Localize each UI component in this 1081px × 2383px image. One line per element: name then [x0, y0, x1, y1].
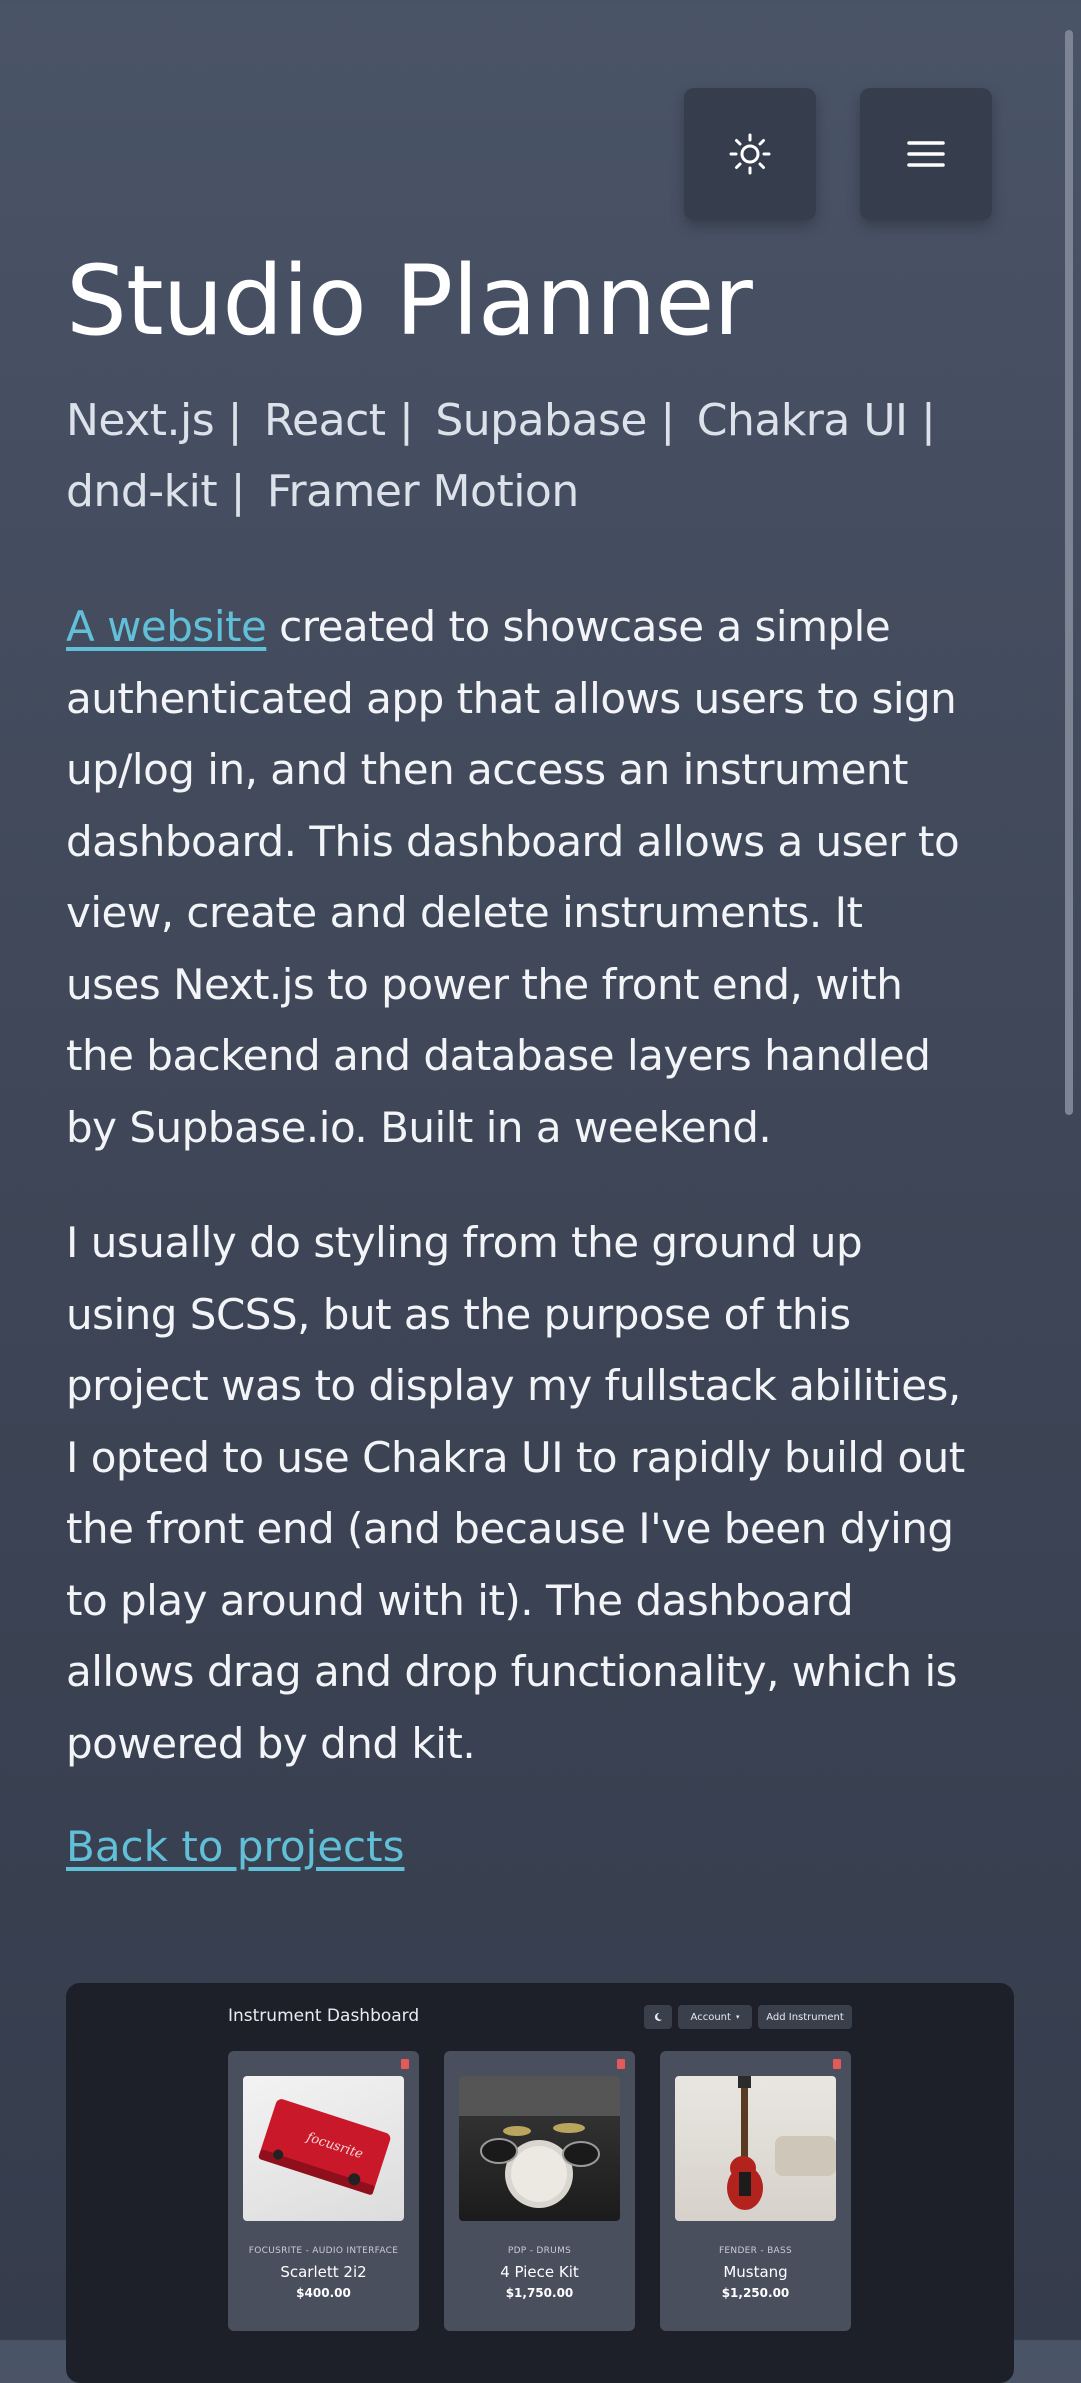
page-title: Studio Planner: [66, 245, 753, 357]
instrument-card: focusrite FOCUSRITE - AUDIO INTERFACE Sc…: [228, 2051, 419, 2331]
add-instrument-button: Add Instrument: [758, 2005, 852, 2029]
account-label: Account: [690, 2011, 731, 2023]
card-name: Scarlett 2i2: [280, 2263, 367, 2281]
moon-icon: [654, 2012, 662, 2021]
tech-item: dnd-kit |: [66, 466, 245, 517]
card-price: $1,250.00: [721, 2286, 790, 2300]
card-category: FOCUSRITE - AUDIO INTERFACE: [248, 2246, 399, 2256]
description-text: created to showcase a simple authenticat…: [66, 602, 960, 1152]
audio-interface-image: focusrite: [243, 2076, 404, 2221]
card-price: $400.00: [296, 2286, 351, 2300]
sun-icon: [729, 133, 771, 175]
website-link[interactable]: A website: [66, 602, 267, 651]
styling-paragraph: I usually do styling from the ground up …: [66, 1218, 965, 1768]
card-name: 4 Piece Kit: [500, 2263, 579, 2281]
tech-item: Chakra UI |: [696, 395, 936, 446]
dark-mode-button: [644, 2005, 672, 2029]
project-screenshot: Instrument Dashboard Account ▾ Add Instru…: [66, 1983, 1014, 2383]
tech-stack-list: Next.js | React | Supabase | Chakra UI | dnd…: [66, 385, 966, 527]
instrument-card: PDP - DRUMS 4 Piece Kit $1,750.00: [444, 2051, 635, 2331]
tech-item: Next.js |: [66, 395, 242, 446]
theme-toggle-button[interactable]: [684, 88, 816, 220]
trash-icon: [401, 2059, 409, 2069]
add-instrument-label: Add Instrument: [766, 2011, 844, 2023]
back-to-projects-link[interactable]: Back to projects: [66, 1822, 404, 1871]
hamburger-menu-icon: [907, 141, 945, 167]
card-name: Mustang: [723, 2263, 788, 2281]
card-category: FENDER - BASS: [718, 2246, 793, 2256]
card-category: PDP - DRUMS: [507, 2246, 572, 2256]
scrollbar[interactable]: [1065, 30, 1073, 1115]
account-button: Account ▾: [678, 2005, 752, 2029]
description-paragraph: A website created to showcase a simple a…: [66, 591, 966, 1163]
tech-item: Supabase |: [435, 395, 675, 446]
instrument-card: FENDER - BASS Mustang $1,250.00: [660, 2051, 851, 2331]
tech-item: React |: [263, 395, 414, 446]
drum-kit-image: [459, 2076, 620, 2221]
dashboard-title: Instrument Dashboard: [228, 2006, 420, 2026]
card-price: $1,750.00: [505, 2286, 574, 2300]
trash-icon: [833, 2059, 841, 2069]
bass-guitar-image: [675, 2076, 836, 2221]
chevron-down-icon: ▾: [735, 2013, 740, 2021]
menu-button[interactable]: [860, 88, 992, 220]
trash-icon: [617, 2059, 625, 2069]
tech-item: Framer Motion: [266, 466, 579, 517]
